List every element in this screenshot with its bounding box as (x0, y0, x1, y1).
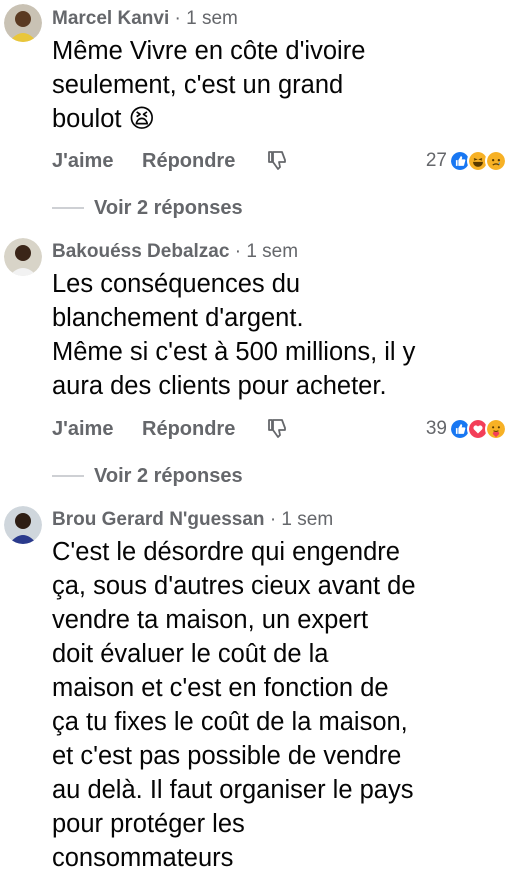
comment-actions: J'aime Répondre 39 (52, 418, 507, 448)
sad-icon (485, 150, 507, 172)
avatar[interactable] (4, 238, 42, 276)
comment-text: Même Vivre en côte d'ivoire seulement, c… (52, 37, 366, 133)
reaction-count: 27 (425, 150, 447, 171)
timestamp[interactable]: 1 sem (281, 509, 333, 530)
author-name[interactable]: Brou Gerard N'guessan (52, 509, 265, 530)
dislike-icon[interactable] (266, 148, 290, 172)
author-name[interactable]: Bakouéss Debalzac (52, 241, 229, 262)
care-icon (485, 418, 507, 440)
comment-actions: J'aime Répondre 27 (52, 150, 507, 180)
reaction-count: 39 (425, 418, 447, 439)
comment-text: C'est le désordre qui engendre ça, sous … (52, 538, 416, 872)
like-button[interactable]: J'aime (52, 150, 113, 173)
view-replies-button[interactable]: Voir 2 réponses (52, 463, 243, 489)
replies-line (52, 207, 84, 209)
view-replies-button[interactable]: Voir 2 réponses (52, 195, 243, 221)
author-name[interactable]: Marcel Kanvi (52, 8, 169, 29)
avatar[interactable] (4, 4, 42, 42)
comment-text: Les conséquences du blanchement d'argent… (52, 270, 416, 400)
replies-line (52, 475, 84, 477)
timestamp[interactable]: 1 sem (246, 241, 298, 262)
reaction-summary[interactable]: 39 (426, 416, 507, 442)
dislike-icon[interactable] (266, 416, 290, 440)
like-button[interactable]: J'aime (52, 418, 113, 441)
comment-meta: Brou Gerard N'guessan · 1 sem (52, 509, 334, 530)
comment-meta: Marcel Kanvi · 1 sem (52, 8, 238, 29)
reply-button[interactable]: Répondre (142, 150, 235, 173)
timestamp[interactable]: 1 sem (186, 8, 238, 29)
reply-button[interactable]: Répondre (142, 418, 235, 441)
reaction-summary[interactable]: 27 (426, 148, 507, 174)
comment-meta: Bakouéss Debalzac · 1 sem (52, 241, 299, 262)
avatar[interactable] (4, 506, 42, 544)
